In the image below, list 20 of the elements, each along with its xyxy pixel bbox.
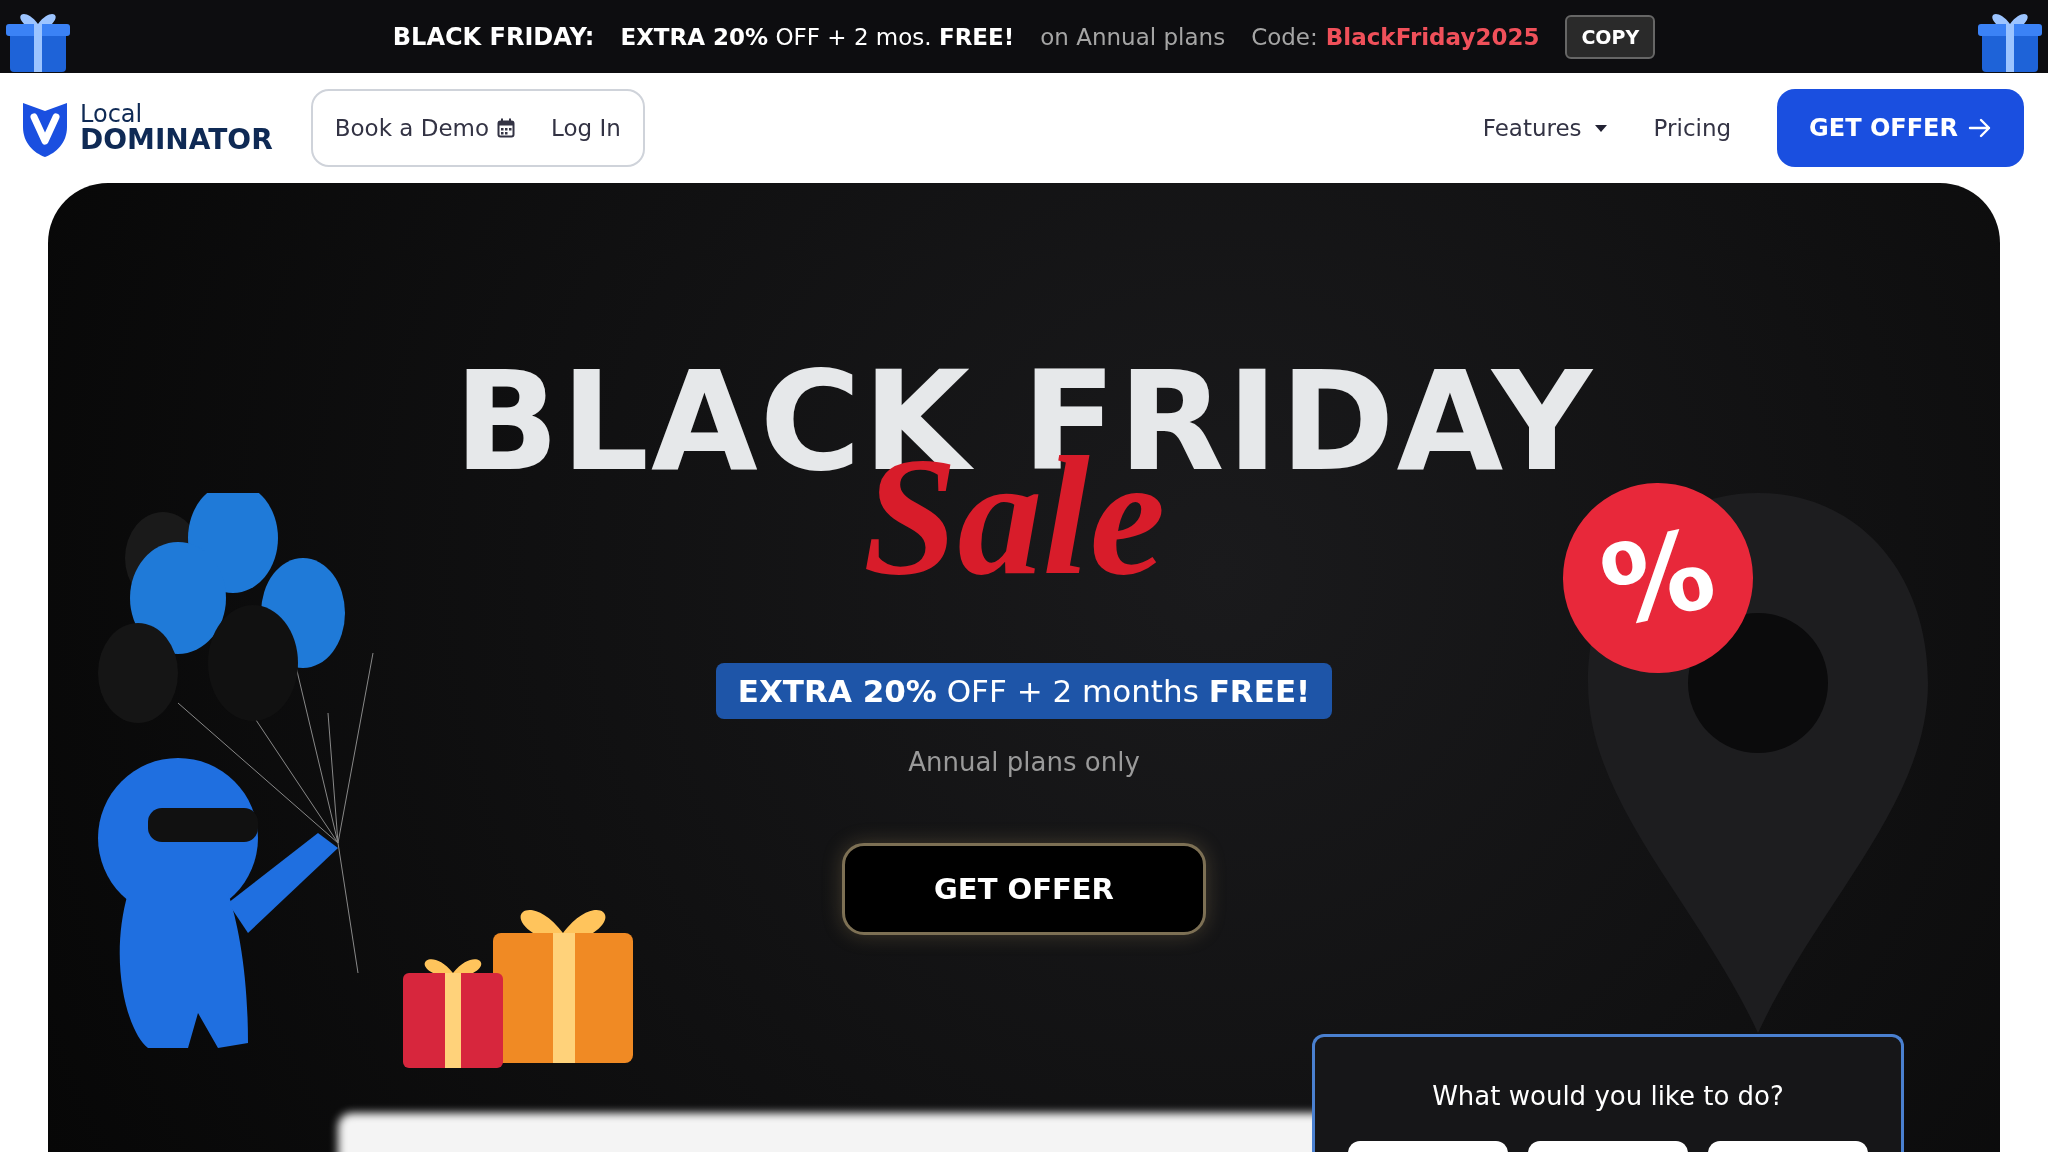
offer-note: Annual plans only — [908, 747, 1140, 777]
promo-code: BlackFriday2025 — [1325, 23, 1540, 50]
caret-icon — [1593, 123, 1608, 133]
panel-title: What would you like to do? — [1432, 1081, 1784, 1111]
logo-wordmark: DOMINATOR — [80, 126, 273, 154]
login-link[interactable]: Log In — [551, 115, 621, 141]
nav-link[interactable]: Features — [1482, 115, 1608, 141]
promo-condition: on Annual plans — [1040, 23, 1226, 50]
get-offer-button[interactable]: GET OFFER — [1777, 89, 2024, 167]
logo-wordmark-top: Local — [80, 102, 144, 126]
copy-button[interactable]: COPY — [1565, 14, 1656, 59]
arrow-icon — [1968, 118, 1992, 138]
offer-badge: EXTRA 20% OFF + 2 months FREE! — [715, 663, 1333, 719]
calendar-icon — [497, 118, 515, 138]
promo-label: BLACK FRIDAY: — [392, 22, 595, 51]
code-label: Code: — [1251, 23, 1318, 50]
book-demo-link[interactable]: Book a Demo — [334, 115, 515, 141]
nav-link[interactable]: Pricing — [1653, 115, 1732, 141]
get-offer-button[interactable]: GET OFFER — [842, 843, 1206, 935]
promo-offer: EXTRA 20% OFF + 2 mos. FREE! — [620, 23, 1015, 50]
